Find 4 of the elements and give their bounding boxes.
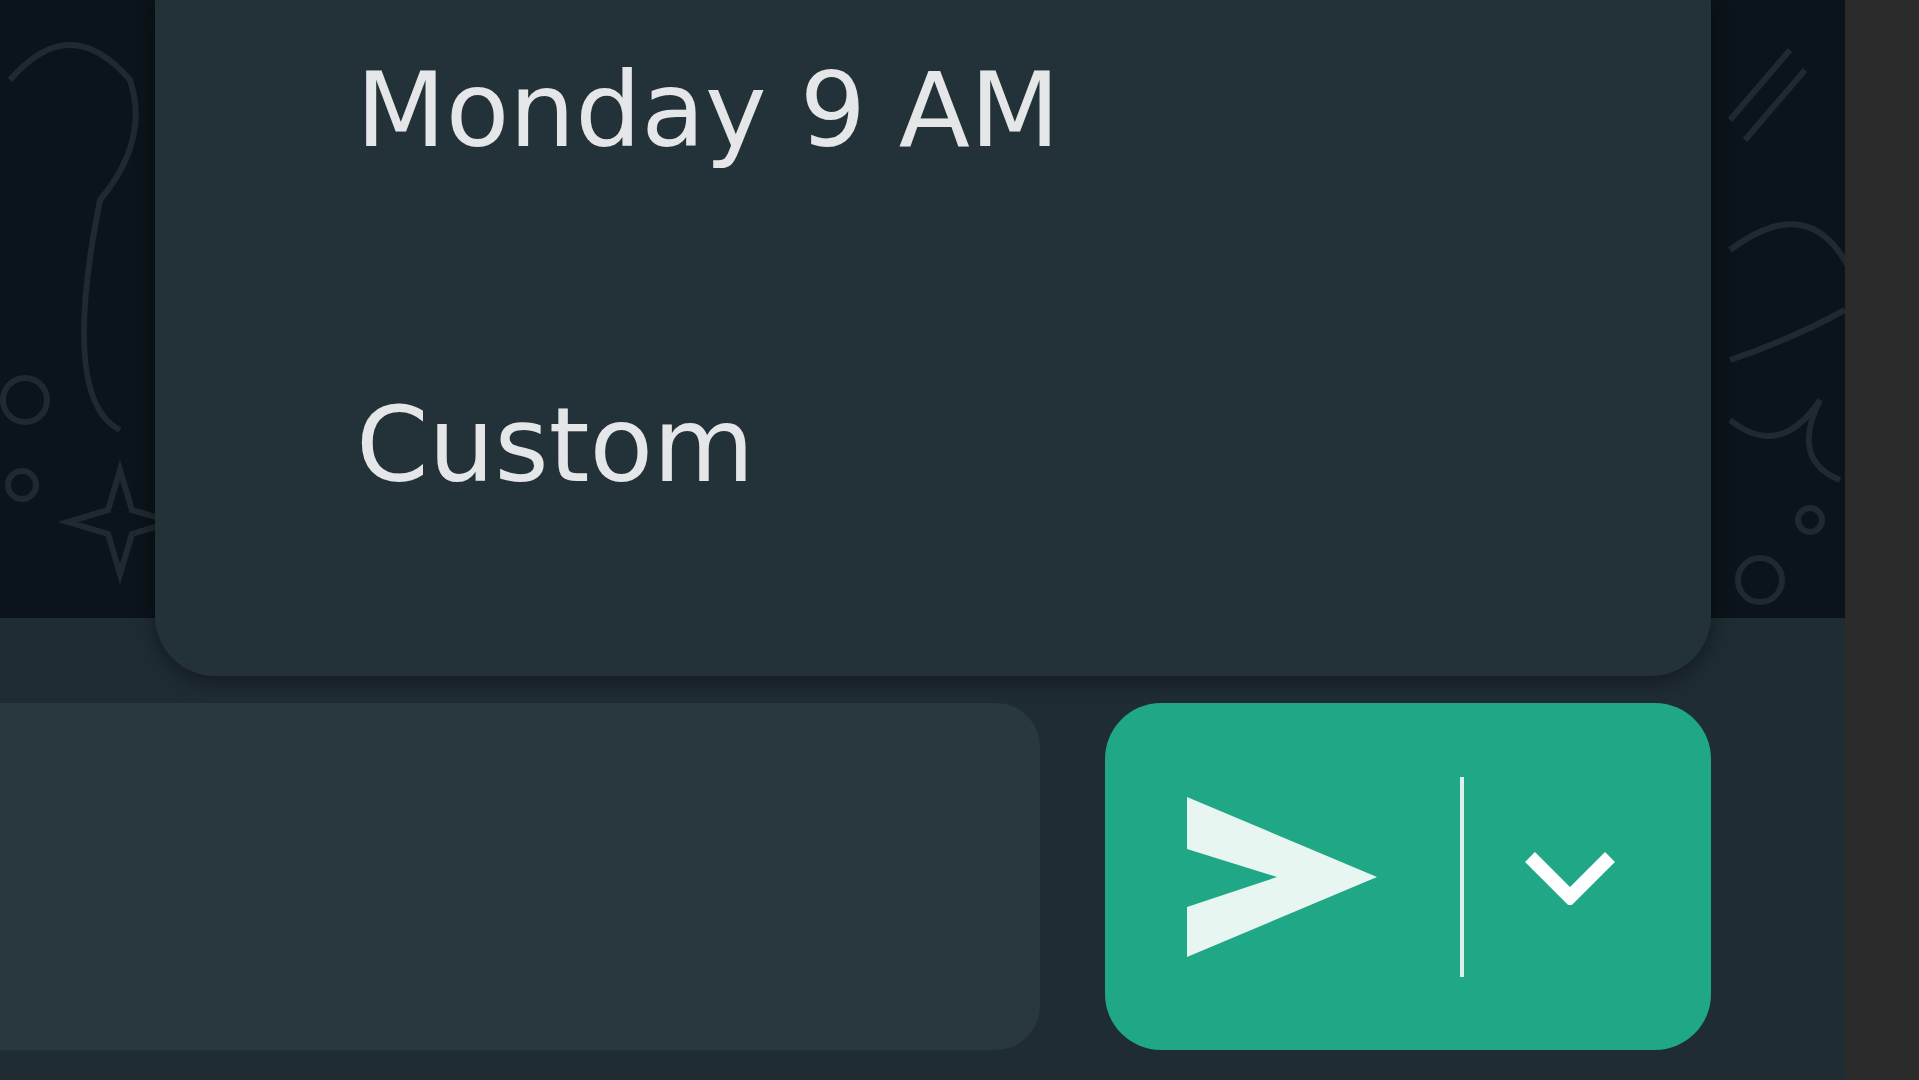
menu-item[interactable]: Custom (155, 200, 1711, 540)
send-button[interactable] (1105, 703, 1711, 1050)
menu-item[interactable]: Monday 9 AM (155, 20, 1711, 200)
send-icon (1187, 796, 1377, 957)
